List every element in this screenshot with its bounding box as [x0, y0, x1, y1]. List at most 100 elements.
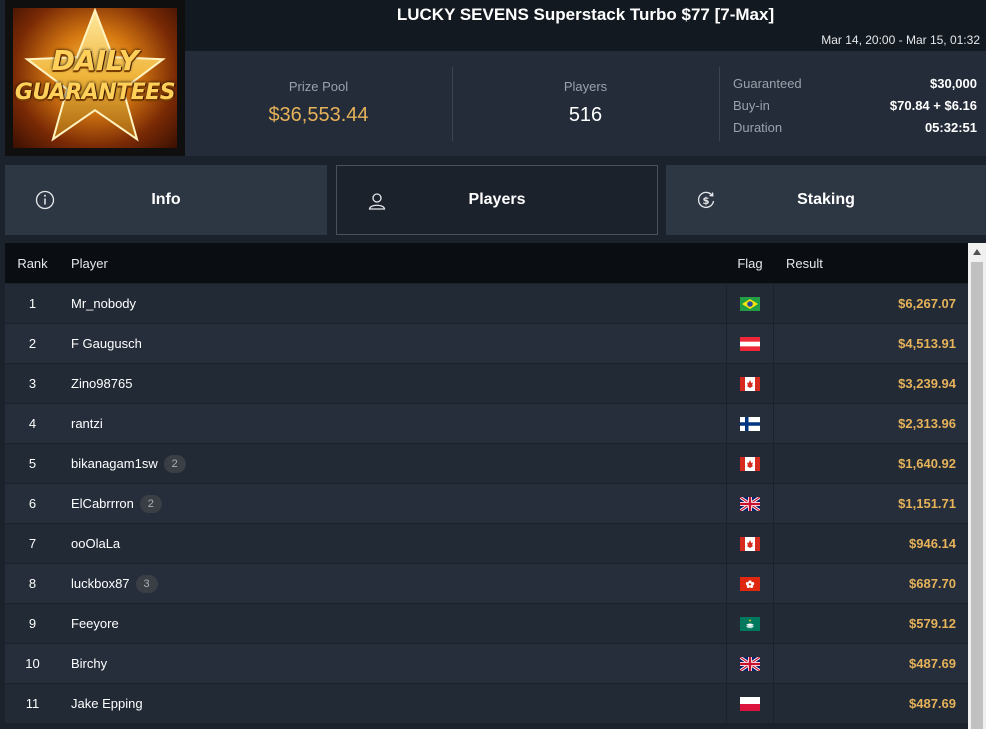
header-rank[interactable]: Rank [5, 256, 60, 271]
tab-info[interactable]: Info [5, 165, 327, 235]
result-cell: $4,513.91 [898, 336, 956, 351]
finland-flag-icon [740, 416, 760, 431]
result-cell: $687.70 [909, 576, 956, 591]
scroll-thumb[interactable] [971, 262, 983, 729]
header-result[interactable]: Result [774, 256, 968, 271]
scroll-up-arrow-icon[interactable] [968, 243, 986, 261]
players-value: 516 [568, 104, 603, 126]
detail-value: 05:32:51 [924, 120, 977, 135]
flag-cell [726, 564, 774, 603]
tab-staking[interactable]: $ Staking [666, 165, 986, 235]
uk-flag-icon [740, 496, 760, 511]
flag-cell [726, 444, 774, 483]
rank-cell: 4 [28, 416, 37, 431]
header-player[interactable]: Player [60, 256, 726, 271]
austria-flag-icon [740, 336, 760, 351]
table-row[interactable]: 9 Feeyore $579.12 [5, 603, 968, 643]
result-cell: $487.69 [909, 656, 956, 671]
rank-cell: 9 [28, 616, 37, 631]
player-name[interactable]: bikanagam1sw [71, 456, 158, 471]
table-row[interactable]: 5 bikanagam1sw 2 $1,640.92 [5, 443, 968, 483]
rank-cell: 8 [28, 576, 37, 591]
tab-label: Info [151, 191, 181, 208]
player-name[interactable]: ElCabrrron [71, 496, 134, 511]
reentry-count-badge: 2 [139, 494, 162, 513]
detail-buy-in: Buy-in $70.84 + $6.16 [733, 95, 977, 117]
players-table: Rank Player Flag Result 1 Mr_nobody $6,267… [5, 243, 968, 729]
table-row[interactable]: 6 ElCabrrron 2 $1,151.71 [5, 483, 968, 523]
logo-line-2: GUARANTEES [14, 80, 176, 105]
players-stat: Players 516 [452, 51, 719, 156]
player-cell: rantzi [60, 416, 726, 431]
player-cell: ElCabrrron 2 [60, 494, 726, 513]
flag-cell [726, 644, 774, 683]
player-cell: ooOlaLa [60, 536, 726, 551]
flag-cell [726, 604, 774, 643]
rank-cell: 5 [28, 456, 37, 471]
table-header: Rank Player Flag Result [5, 243, 968, 283]
player-name[interactable]: Mr_nobody [71, 296, 136, 311]
reentry-count-badge: 2 [163, 454, 186, 473]
detail-label: Guaranteed [733, 76, 802, 91]
hongkong-flag-icon [740, 576, 760, 591]
daily-guarantees-logo: DAILY GUARANTEES [5, 0, 185, 156]
flag-cell [726, 324, 774, 363]
prize-pool-label: Prize Pool [288, 79, 349, 94]
player-name[interactable]: Birchy [71, 656, 107, 671]
rank-cell: 3 [28, 376, 37, 391]
canada-flag-icon [740, 456, 760, 471]
tournament-dates: Mar 14, 20:00 - Mar 15, 01:32 [185, 29, 986, 51]
table-row[interactable]: 8 luckbox87 3 $687.70 [5, 563, 968, 603]
tournament-title: LUCKY SEVENS Superstack Turbo $77 [7-Max… [185, 0, 986, 29]
player-name[interactable]: Zino98765 [71, 376, 132, 391]
rank-cell: 7 [28, 536, 37, 551]
result-cell: $487.69 [909, 696, 956, 711]
player-name[interactable]: Jake Epping [71, 696, 143, 711]
detail-value: $70.84 + $6.16 [889, 98, 977, 113]
table-row[interactable]: 7 ooOlaLa $946.14 [5, 523, 968, 563]
rank-cell: 6 [28, 496, 37, 511]
stats-panel: Prize Pool $36,553.44 Players 516 Guaran… [185, 51, 986, 156]
header-flag[interactable]: Flag [726, 243, 774, 283]
player-cell: Jake Epping [60, 696, 726, 711]
flag-cell [726, 404, 774, 443]
macau-flag-icon [740, 616, 760, 631]
canada-flag-icon [740, 536, 760, 551]
uk-flag-icon [740, 656, 760, 671]
table-row[interactable]: 11 Jake Epping $487.69 [5, 683, 968, 723]
flag-cell [726, 364, 774, 403]
result-cell: $2,313.96 [898, 416, 956, 431]
detail-duration: Duration 05:32:51 [733, 117, 977, 139]
player-name[interactable]: Feeyore [71, 616, 119, 631]
rank-cell: 1 [28, 296, 37, 311]
tab-label: Staking [797, 191, 855, 208]
tab-players[interactable]: Players [336, 165, 658, 235]
table-row[interactable]: 4 rantzi $2,313.96 [5, 403, 968, 443]
tournament-details: Guaranteed $30,000 Buy-in $70.84 + $6.16… [733, 73, 977, 139]
player-name[interactable]: F Gaugusch [71, 336, 142, 351]
table-row[interactable]: 3 Zino98765 $3,239.94 [5, 363, 968, 403]
table-row[interactable]: 2 F Gaugusch $4,513.91 [5, 323, 968, 363]
detail-label: Duration [733, 120, 783, 135]
prize-pool-value: $36,553.44 [268, 104, 369, 126]
table-row[interactable]: 10 Birchy $487.69 [5, 643, 968, 683]
table-body: 1 Mr_nobody $6,267.07 2 F Gaugusch $4,513.91 3… [5, 283, 968, 723]
detail-label: Buy-in [733, 98, 770, 113]
player-name[interactable]: luckbox87 [71, 576, 130, 591]
canada-flag-icon [740, 376, 760, 391]
result-cell: $1,640.92 [898, 456, 956, 471]
reentry-count-badge: 3 [135, 574, 158, 593]
result-cell: $6,267.07 [898, 296, 956, 311]
player-cell: Birchy [60, 656, 726, 671]
table-row[interactable]: 1 Mr_nobody $6,267.07 [5, 283, 968, 323]
scrollbar[interactable] [968, 243, 986, 729]
divider [719, 67, 720, 141]
flag-cell [726, 484, 774, 523]
player-cell: F Gaugusch [60, 336, 726, 351]
player-name[interactable]: ooOlaLa [71, 536, 120, 551]
tab-label: Players [468, 191, 526, 208]
player-cell: Zino98765 [60, 376, 726, 391]
player-name[interactable]: rantzi [71, 416, 103, 431]
detail-guaranteed: Guaranteed $30,000 [733, 73, 977, 95]
poland-flag-icon [740, 696, 760, 711]
